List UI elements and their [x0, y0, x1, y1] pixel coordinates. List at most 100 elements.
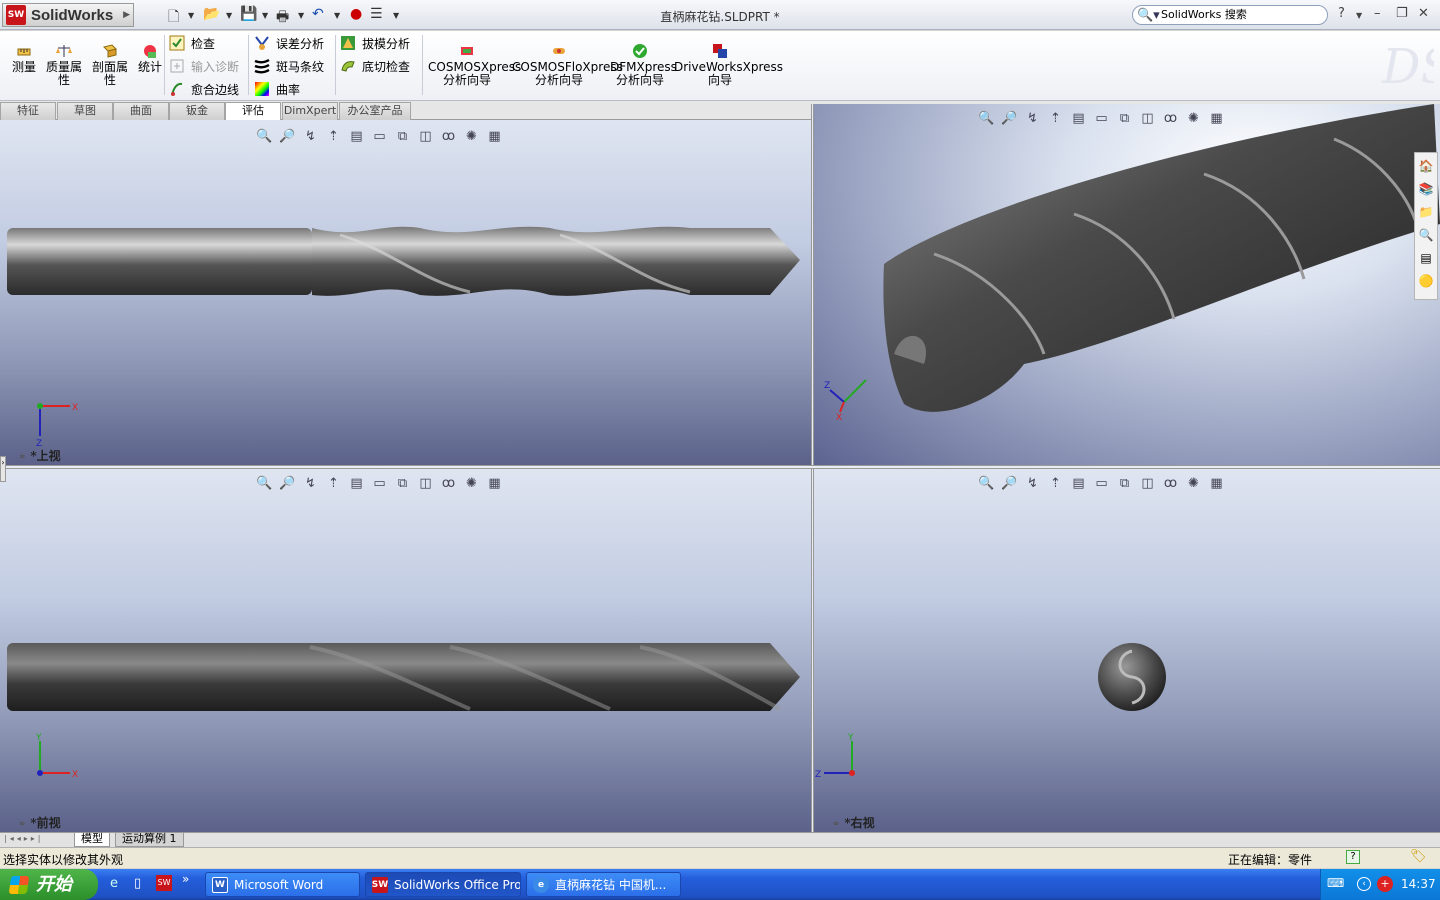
previous-view-icon[interactable]: ↯ — [302, 128, 319, 145]
undercut-check-icon — [341, 61, 355, 72]
edit-appearance-icon[interactable]: ꝏ — [440, 475, 457, 492]
statistics-button[interactable]: 统计 — [136, 43, 164, 74]
curvature-button[interactable]: 曲率 — [254, 79, 300, 99]
viewport-isometric[interactable]: 🔍🔎↯⇡▤▭⧉◫ꝏ✺▦ –❐✕ Z X — [814, 104, 1440, 465]
dfmxpress-label2: 分析向导 — [615, 73, 664, 87]
tab-sketch[interactable]: 草图 — [57, 102, 113, 120]
tab-office-products[interactable]: 办公室产品 — [339, 102, 411, 120]
view-orientation-icon[interactable]: ▭ — [371, 128, 388, 145]
dynamic-annotation-icon[interactable]: ▤ — [348, 475, 365, 492]
cosmosfloxpress-label1: COSMOSFloXpress — [512, 60, 623, 74]
solidworks-resources-home-icon[interactable]: 🏠 — [1416, 156, 1436, 176]
file-explorer-folder-icon[interactable]: 📁 — [1416, 202, 1436, 222]
mass-properties-button[interactable]: 质量属 性 — [44, 43, 84, 87]
zoom-area-icon[interactable]: 🔎 — [279, 475, 296, 492]
deviation-analysis-button[interactable]: 误差分析 — [254, 33, 324, 53]
edit-appearance-icon[interactable]: ꝏ — [440, 128, 457, 145]
apply-scene-icon[interactable]: ✺ — [463, 128, 480, 145]
section-view-icon[interactable]: ⇡ — [325, 475, 342, 492]
internet-explorer-icon[interactable]: e — [110, 876, 118, 891]
tray-collapse-icon[interactable]: ‹ — [1357, 877, 1371, 891]
view-orientation-icon[interactable]: ▭ — [1093, 475, 1110, 492]
title-bar: SW SolidWorks ▶ 🗋 ▼ 📂 ▼ 💾 ▼ 🖶 ▼ ↶ ▼ ● ☰ … — [0, 0, 1440, 30]
zoom-to-fit-icon[interactable]: 🔍 — [256, 128, 273, 145]
cosmosfloxpress-label2: 分析向导 — [534, 73, 583, 87]
section-properties-button[interactable]: 剖面属 性 — [90, 43, 130, 87]
view-palette-icon[interactable]: ▤ — [1416, 248, 1436, 268]
view-orientation-icon[interactable]: ▭ — [371, 475, 388, 492]
drill-model-top-view[interactable] — [0, 220, 811, 310]
viewport-right[interactable]: 🔍 🔎 ↯ ⇡ ▤ ▭ ⧉ ◫ ꝏ ✺ ▦ Y Z ⚭ *右视 — [814, 469, 1440, 832]
keyboard-icon[interactable]: ⌨ — [1327, 876, 1344, 890]
minimize-icon[interactable]: – — [1374, 6, 1381, 21]
previous-view-icon[interactable]: ↯ — [302, 475, 319, 492]
view-settings-icon[interactable]: ▦ — [486, 128, 503, 145]
quick-launch-icon[interactable]: ▯ — [134, 876, 141, 891]
viewport-front[interactable]: 🔍 🔎 ↯ ⇡ ▤ ▭ ⧉ ◫ ꝏ ✺ ▦ Y X ⚭ *前视 — [0, 469, 811, 832]
task-browser[interactable]: e 直柄麻花钻 中国机... — [526, 872, 681, 897]
task-solidworks[interactable]: SW SolidWorks Office Pro... — [365, 872, 521, 897]
task-microsoft-word[interactable]: W Microsoft Word — [205, 872, 360, 897]
tag-icon[interactable]: 🏷 — [1410, 849, 1427, 864]
draft-analysis-button[interactable]: 拔模分析 — [340, 33, 410, 53]
tab-surfaces[interactable]: 曲面 — [113, 102, 169, 120]
drill-model-front-view[interactable] — [0, 637, 811, 721]
tab-features[interactable]: 特征 — [0, 102, 56, 120]
start-button[interactable]: 开始 — [0, 869, 98, 900]
tab-scroll-arrows-icon[interactable]: |◂◂▸▸| — [4, 834, 43, 843]
zoom-area-icon[interactable]: 🔎 — [279, 128, 296, 145]
zoom-area-icon[interactable]: 🔎 — [1001, 475, 1018, 492]
more-quick-launch-icon[interactable]: » — [182, 872, 189, 886]
display-style-icon[interactable]: ⧉ — [394, 475, 411, 492]
drill-model-isometric[interactable] — [874, 104, 1440, 434]
display-style-icon[interactable]: ⧉ — [394, 128, 411, 145]
tab-motion-study-1[interactable]: 运动算例 1 — [115, 833, 184, 847]
zoom-to-fit-icon[interactable]: 🔍 — [978, 475, 995, 492]
section-view-icon[interactable]: ⇡ — [1047, 475, 1064, 492]
view-settings-icon[interactable]: ▦ — [486, 475, 503, 492]
restore-icon[interactable]: ❐ — [1396, 6, 1408, 21]
search-input[interactable]: 🔍▾ SolidWorks 搜索 — [1132, 5, 1328, 25]
undercut-check-button[interactable]: 底切检查 — [340, 56, 410, 76]
display-style-icon[interactable]: ⧉ — [1116, 475, 1133, 492]
task-label: SolidWorks Office Pro... — [394, 878, 521, 892]
apply-scene-icon[interactable]: ✺ — [1185, 475, 1202, 492]
drill-model-end-view[interactable] — [1096, 641, 1168, 713]
viewport-splitter-horizontal[interactable] — [0, 465, 1440, 469]
search-results-icon[interactable]: 🔍 — [1416, 225, 1436, 245]
hide-show-icon[interactable]: ◫ — [417, 128, 434, 145]
cosmosxpress-button[interactable]: COSMOSXpress 分析向导 — [428, 43, 521, 87]
hide-show-icon[interactable]: ◫ — [1139, 475, 1156, 492]
previous-view-icon[interactable]: ↯ — [1024, 475, 1041, 492]
tab-sheet-metal[interactable]: 钣金 — [169, 102, 225, 120]
cosmosfloxpress-button[interactable]: COSMOSFloXpress 分析向导 — [512, 43, 623, 87]
feature-manager-expand-handle[interactable]: › — [0, 456, 6, 482]
security-shield-icon[interactable]: + — [1377, 876, 1393, 892]
measure-button[interactable]: 测量 — [10, 43, 38, 74]
driveworksxpress-button[interactable]: DriveWorksXpress 向导 — [674, 43, 783, 87]
zebra-stripes-button[interactable]: 斑马条纹 — [254, 56, 324, 76]
appearances-icon[interactable]: 🟡 — [1416, 271, 1436, 291]
tab-model[interactable]: 模型 — [74, 833, 110, 847]
tab-dimxpert[interactable]: DimXpert — [282, 102, 338, 120]
help-button[interactable]: ? — [1338, 6, 1345, 21]
section-view-icon[interactable]: ⇡ — [325, 128, 342, 145]
solidworks-icon: SW — [372, 877, 388, 893]
solidworks-quick-launch-icon[interactable]: SW — [156, 875, 172, 891]
help-dropdown-icon[interactable]: ▼ — [1356, 11, 1362, 20]
dfmxpress-button[interactable]: DFMXpress 分析向导 — [610, 43, 677, 87]
tab-evaluate[interactable]: 评估 — [225, 102, 281, 121]
heal-edges-button[interactable]: 愈合边线 — [169, 79, 239, 99]
zoom-to-fit-icon[interactable]: 🔍 — [256, 475, 273, 492]
check-button[interactable]: 检查 — [169, 33, 215, 53]
apply-scene-icon[interactable]: ✺ — [463, 475, 480, 492]
viewport-top[interactable]: 🔍 🔎 ↯ ⇡ ▤ ▭ ⧉ ◫ ꝏ ✺ ▦ X Z ⚭ *上视 — [0, 120, 811, 465]
edit-appearance-icon[interactable]: ꝏ — [1162, 475, 1179, 492]
view-settings-icon[interactable]: ▦ — [1208, 475, 1225, 492]
dynamic-annotation-icon[interactable]: ▤ — [1070, 475, 1087, 492]
dynamic-annotation-icon[interactable]: ▤ — [348, 128, 365, 145]
design-library-icon[interactable]: 📚 — [1416, 179, 1436, 199]
help-status-icon[interactable]: ? — [1346, 850, 1360, 864]
hide-show-icon[interactable]: ◫ — [417, 475, 434, 492]
close-icon[interactable]: ✕ — [1418, 6, 1429, 21]
